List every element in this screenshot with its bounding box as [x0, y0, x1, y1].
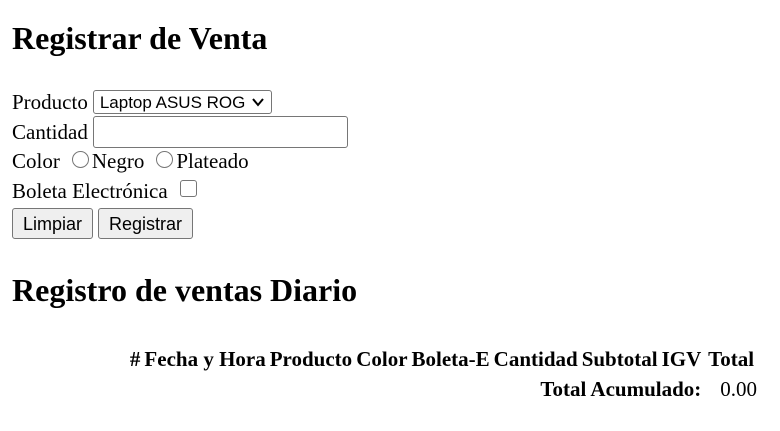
column-header-fecha: Fecha y Hora	[144, 347, 266, 371]
column-header-color: Color	[356, 347, 408, 371]
form-buttons: Limpiar Registrar	[12, 208, 198, 239]
table-header-row: # Fecha y Hora Producto Color Boleta-E C…	[129, 344, 758, 374]
color-radio-plateado[interactable]	[156, 151, 174, 168]
cantidad-input[interactable]	[92, 116, 348, 148]
boleta-row: Boleta Electrónica	[12, 179, 197, 203]
boleta-checkbox[interactable]	[179, 180, 197, 197]
total-acumulado-label: Total Acumulado:	[540, 377, 702, 401]
column-header-cantidad: Cantidad	[493, 347, 578, 371]
color-label: Color	[12, 149, 60, 173]
column-header-igv: IGV	[661, 347, 702, 371]
boleta-label: Boleta Electrónica	[12, 179, 168, 203]
column-header-producto: Producto	[269, 347, 353, 371]
ventas-table: # Fecha y Hora Producto Color Boleta-E C…	[127, 344, 760, 404]
cantidad-row: Cantidad	[12, 116, 348, 148]
limpiar-button[interactable]: Limpiar	[12, 208, 94, 239]
form-title: Registrar de Venta	[12, 20, 268, 56]
producto-selected-value: Laptop ASUS ROG	[99, 92, 246, 112]
column-header-number: #	[129, 347, 141, 371]
table-total-row: Total Acumulado: 0.00	[129, 374, 758, 404]
producto-label: Producto	[12, 89, 88, 114]
column-header-total: Total	[708, 347, 755, 371]
producto-row: Producto Laptop ASUS ROG	[12, 89, 273, 114]
column-header-boleta: Boleta-E	[411, 347, 490, 371]
color-option-plateado-label: Plateado	[176, 149, 249, 173]
cantidad-label: Cantidad	[12, 119, 88, 144]
registro-title: Registro de ventas Diario	[12, 272, 358, 308]
column-header-subtotal: Subtotal	[581, 347, 658, 371]
producto-select[interactable]: Laptop ASUS ROG	[92, 90, 273, 114]
color-row: Color Negro Plateado	[12, 151, 249, 172]
total-acumulado-value: 0.00	[720, 377, 757, 401]
chevron-down-icon	[252, 98, 265, 107]
color-radio-negro[interactable]	[71, 151, 89, 168]
color-option-negro-label: Negro	[91, 149, 145, 173]
registrar-button[interactable]: Registrar	[98, 208, 194, 239]
